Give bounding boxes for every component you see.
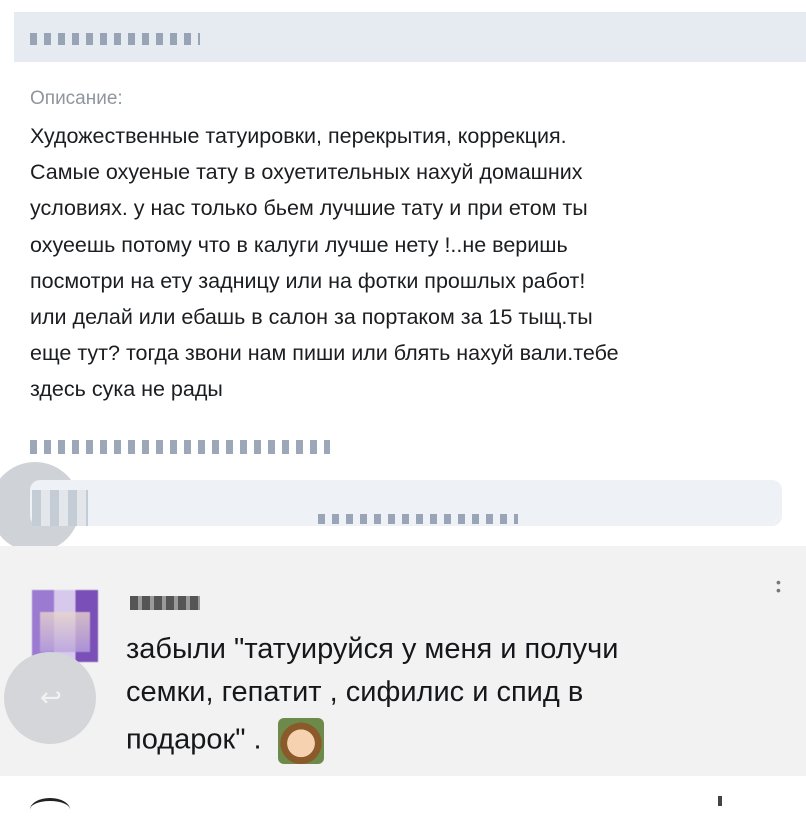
blurred-link-text [318,514,518,524]
more-vertical-icon[interactable]: • • [776,575,781,597]
scroll-indicator [718,796,722,806]
description-text: Художественные татуировки, перекрытия, к… [30,124,619,402]
comment-line-2: семки, гепатит , сифилис и спид в [126,676,584,708]
reply-icon: ↩ [40,682,62,712]
comment-line-1: забыли "татуируйся у меня и получи [126,633,619,665]
comment-text: забыли "татуируйся у меня и получи семки… [126,628,766,764]
commenter-avatar[interactable] [32,590,98,662]
next-post-strip [0,776,806,806]
blurred-thumbnail [32,490,88,526]
comment-line-3-wrap: подарок" . [126,718,324,764]
blurred-post-author[interactable] [30,33,200,45]
blurred-post-meta[interactable] [30,440,330,454]
comment-line-3: подарок" . [126,723,262,756]
kid-laughing-emoji-icon [277,718,324,764]
next-avatar-edge [30,798,70,821]
commenter-name-blurred[interactable] [130,596,200,610]
description-label: Описание: [30,88,123,109]
